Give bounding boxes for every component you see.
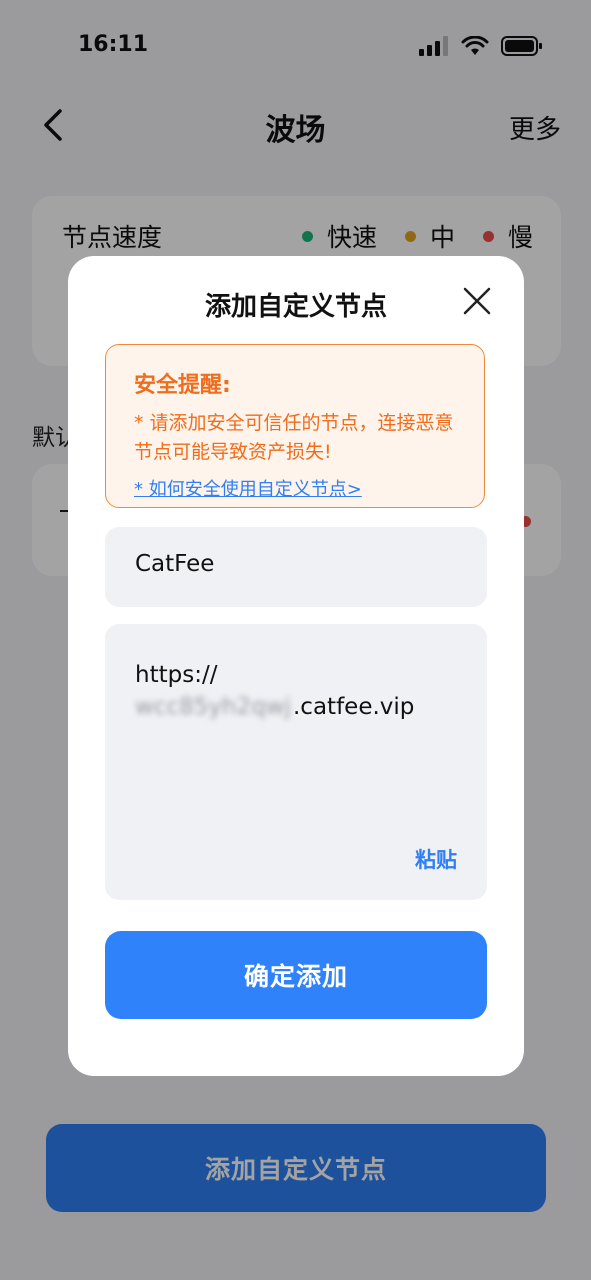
- node-url-input[interactable]: https:// wcc85yh2qwj .catfee.vip 粘贴: [105, 624, 487, 900]
- url-line-1: https://: [135, 662, 218, 688]
- security-warning: 安全提醒: * 请添加安全可信任的节点，连接恶意节点可能导致资产损失! * 如何…: [105, 344, 485, 508]
- confirm-add-button[interactable]: 确定添加: [105, 931, 487, 1019]
- url-line-2: wcc85yh2qwj .catfee.vip: [135, 694, 414, 720]
- safety-guide-link[interactable]: * 如何安全使用自定义节点>: [134, 475, 362, 501]
- url-blurred-part: wcc85yh2qwj: [135, 694, 291, 720]
- paste-button[interactable]: 粘贴: [415, 844, 457, 874]
- warning-title: 安全提醒:: [134, 373, 231, 398]
- dialog-title: 添加自定义节点: [204, 292, 387, 322]
- close-icon[interactable]: [462, 286, 492, 316]
- warning-text: * 请添加安全可信任的节点，连接恶意节点可能导致资产损失!: [134, 412, 454, 463]
- add-custom-node-dialog: 添加自定义节点 安全提醒: * 请添加安全可信任的节点，连接恶意节点可能导致资产…: [68, 256, 524, 1076]
- node-name-value: CatFee: [135, 551, 215, 577]
- url-suffix: .catfee.vip: [293, 694, 415, 720]
- node-name-input[interactable]: CatFee: [105, 527, 487, 607]
